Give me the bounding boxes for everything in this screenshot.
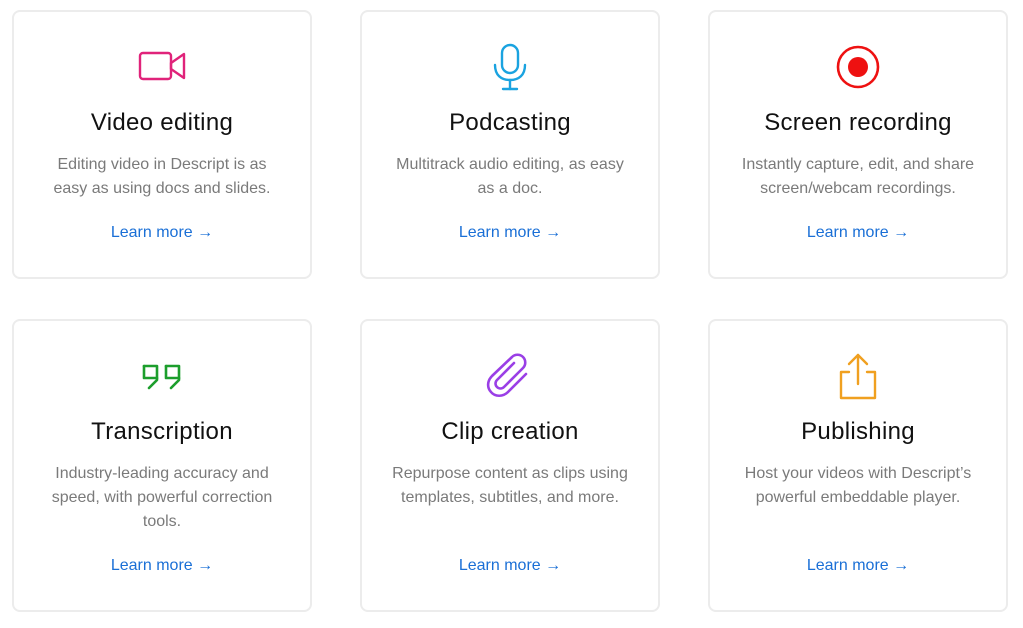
card-description: Editing video in Descript is as easy as … <box>53 156 271 197</box>
card-description: Industry-leading accuracy and speed, wit… <box>51 465 273 530</box>
card-title: Transcription <box>91 418 233 445</box>
feature-card-publishing: Publishing Host your videos with Descrip… <box>708 319 1008 612</box>
feature-card-screen-recording: Screen recording Instantly capture, edit… <box>708 10 1008 279</box>
learn-more-link[interactable]: Learn more → <box>710 223 1006 243</box>
card-title: Clip creation <box>441 418 579 445</box>
learn-more-link[interactable]: Learn more → <box>14 556 310 576</box>
quote-icon <box>138 352 186 400</box>
learn-more-link[interactable]: Learn more → <box>710 556 1006 576</box>
feature-grid: Video editing Editing video in Descript … <box>0 0 1023 628</box>
feature-card-transcription: Transcription Industry-leading accuracy … <box>12 319 312 612</box>
microphone-icon <box>486 43 534 91</box>
card-title: Publishing <box>801 418 915 445</box>
card-title: Video editing <box>90 109 234 136</box>
video-camera-icon <box>138 43 186 91</box>
feature-card-podcasting: Podcasting Multitrack audio editing, as … <box>360 10 660 279</box>
card-description: Repurpose content as clips using templat… <box>392 465 628 506</box>
learn-more-link[interactable]: Learn more → <box>362 556 658 576</box>
card-description: Instantly capture, edit, and share scree… <box>741 156 975 197</box>
feature-card-video-editing: Video editing Editing video in Descript … <box>12 10 312 279</box>
card-description: Multitrack audio editing, as easy as a d… <box>396 156 624 197</box>
paperclip-icon <box>486 352 534 400</box>
feature-card-clip-creation: Clip creation Repurpose content as clips… <box>360 319 660 612</box>
card-title: Podcasting <box>449 109 571 136</box>
learn-more-link[interactable]: Learn more → <box>362 223 658 243</box>
record-icon <box>834 43 882 91</box>
learn-more-link[interactable]: Learn more → <box>14 223 310 243</box>
share-upload-icon <box>834 352 882 400</box>
card-title: Screen recording <box>764 109 952 136</box>
card-description: Host your videos with Descript’s powerfu… <box>744 465 972 506</box>
